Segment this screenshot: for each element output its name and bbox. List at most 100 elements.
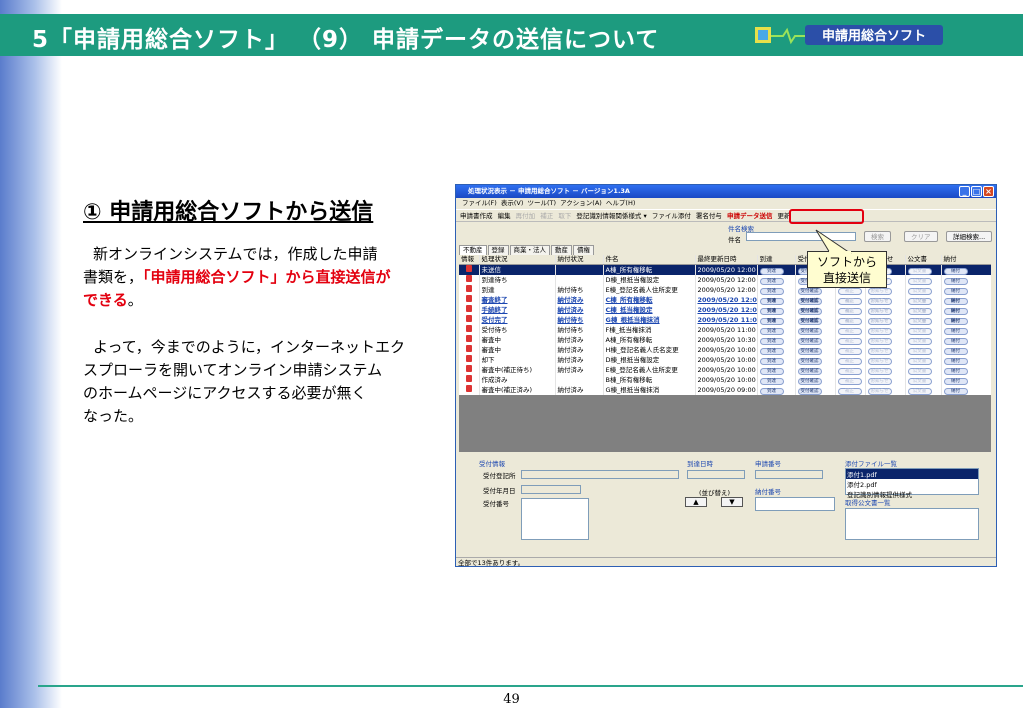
table-row[interactable]: 未送信A棟_所有権移転2009/05/20 12:00到達受付確認補正お知らせ公… [459, 264, 991, 275]
attach-file-button[interactable]: ファイル添付 [652, 212, 691, 220]
row-action-button[interactable]: 納付 [943, 287, 968, 295]
row-action-button[interactable]: 納付 [943, 327, 968, 335]
row-action-button[interactable]: 公文書 [907, 377, 932, 385]
readd-button[interactable]: 再付加 [516, 212, 536, 220]
row-action-button[interactable]: 到達 [759, 277, 784, 285]
sign-button[interactable]: 署名付与 [696, 212, 722, 220]
row-action-button[interactable]: 納付 [943, 337, 968, 345]
row-action-button[interactable]: 納付 [943, 347, 968, 355]
table-row[interactable]: 作成済み B棟_所有権移転 2009/05/20 10:00 到達 受付確認 補正 お知らせ… [459, 375, 991, 385]
row-action-button[interactable]: 納付 [943, 277, 968, 285]
docs-list[interactable] [845, 508, 979, 540]
menu-action[interactable]: アクション(A) [560, 199, 602, 207]
row-action-button[interactable]: お知らせ [867, 307, 892, 315]
row-action-button[interactable]: 納付 [943, 317, 968, 325]
row-action-button[interactable]: 到達 [759, 327, 784, 335]
row-action-button[interactable]: お知らせ [867, 387, 892, 395]
row-action-button[interactable]: 補正 [837, 357, 862, 365]
row-action-button[interactable]: 納付 [943, 377, 968, 385]
menu-help[interactable]: ヘルプ(H) [606, 199, 635, 207]
row-action-button[interactable]: 納付 [943, 267, 968, 275]
clear-button[interactable]: クリア [904, 231, 938, 242]
detail-search-button[interactable]: 詳細検索... [946, 231, 993, 242]
table-row[interactable]: 到達 納付待ち E棟_登記名義人住所変更 2009/05/20 12:00 到達 受付確認… [459, 285, 991, 295]
tab-receivables[interactable]: 債権 [573, 245, 594, 255]
row-action-button[interactable]: 補正 [837, 317, 862, 325]
row-action-button[interactable]: 到達 [759, 377, 784, 385]
column-header[interactable]: 納付状況 [555, 255, 604, 265]
row-action-button[interactable]: 到達 [759, 387, 784, 395]
table-row[interactable]: 受付待ち 納付待ち F棟_抵当権抹消 2009/05/20 11:00 到達 受付確認 補正… [459, 325, 991, 335]
column-header[interactable]: 最終更新日時 [695, 255, 758, 265]
table-row[interactable]: 審査中 納付済み A棟_所有権移転 2009/05/20 10:30 到達 受付確認 補正お… [459, 335, 991, 345]
table-row[interactable]: 却下 納付済み D棟_根抵当権設定 2009/05/20 10:00 到達 受付確認 補正お… [459, 355, 991, 365]
row-action-button[interactable]: 公文書 [907, 307, 932, 315]
identification-form-button[interactable]: 登記識別情報関係様式 ▾ [576, 212, 646, 220]
row-action-button[interactable]: 公文書 [907, 367, 932, 375]
row-action-button[interactable]: 補正 [837, 337, 862, 345]
row-action-button[interactable]: お知らせ [867, 297, 892, 305]
row-action-button[interactable]: お知らせ [867, 317, 892, 325]
row-action-button[interactable]: 補正 [837, 387, 862, 395]
row-action-button[interactable]: 到達 [759, 287, 784, 295]
row-action-button[interactable]: 公文書 [907, 357, 932, 365]
row-action-button[interactable]: 公文書 [907, 277, 932, 285]
row-action-button[interactable]: お知らせ [867, 287, 892, 295]
row-action-button[interactable]: 受付確認 [797, 347, 822, 355]
row-action-button[interactable]: お知らせ [867, 357, 892, 365]
row-action-button[interactable]: 到達 [759, 307, 784, 315]
row-action-button[interactable]: 受付確認 [797, 297, 822, 305]
row-action-button[interactable]: 受付確認 [797, 307, 822, 315]
row-action-button[interactable]: 到達 [759, 357, 784, 365]
row-action-button[interactable]: 到達 [759, 337, 784, 345]
tab-real-estate[interactable]: 不動産 [459, 245, 487, 255]
row-action-button[interactable]: お知らせ [867, 367, 892, 375]
row-action-button[interactable]: 受付確認 [797, 387, 822, 395]
table-row[interactable]: 到達待ちD棟_根抵当権設定2009/05/20 12:00到達受付確認補正お知ら… [459, 275, 991, 285]
row-action-button[interactable]: 納付 [943, 307, 968, 315]
row-action-button[interactable]: 納付 [943, 357, 968, 365]
row-action-button[interactable]: 補正 [837, 367, 862, 375]
tab-movables[interactable]: 動産 [551, 245, 572, 255]
row-action-button[interactable]: 公文書 [907, 317, 932, 325]
table-row[interactable]: 受付完了 納付待ち G棟_根抵当権抹消 2009/05/20 11:00 到達 受付確認 補… [459, 315, 991, 325]
table-row[interactable]: 審査中(補正済み) 納付済み G棟_根抵当権抹消 2009/05/20 09:00 到達… [459, 385, 991, 395]
menu-view[interactable]: 表示(V) [501, 199, 524, 207]
row-action-button[interactable]: 到達 [759, 347, 784, 355]
edit-button[interactable]: 編集 [498, 212, 511, 220]
column-header[interactable]: 納付 [941, 255, 991, 265]
row-action-button[interactable]: 公文書 [907, 337, 932, 345]
row-action-button[interactable]: 補正 [837, 327, 862, 335]
column-header[interactable]: 公文書 [905, 255, 942, 265]
row-action-button[interactable]: 公文書 [907, 287, 932, 295]
close-button[interactable]: × [983, 186, 994, 197]
move-down-button[interactable]: ▼ [721, 497, 743, 507]
row-action-button[interactable]: 到達 [759, 267, 784, 275]
create-app-button[interactable]: 申請書作成 [460, 212, 493, 220]
row-action-button[interactable]: 受付確認 [797, 357, 822, 365]
row-action-button[interactable]: お知らせ [867, 377, 892, 385]
column-header[interactable]: 件名 [603, 255, 696, 265]
attach-file-item[interactable]: 添付1.pdf [846, 469, 978, 479]
row-action-button[interactable]: お知らせ [867, 337, 892, 345]
row-action-button[interactable]: 受付確認 [797, 317, 822, 325]
row-action-button[interactable]: お知らせ [867, 347, 892, 355]
tab-registration[interactable]: 登録 [487, 245, 509, 255]
tab-commercial[interactable]: 商業・法人 [509, 245, 550, 255]
attach-file-list[interactable]: 添付1.pdf 添付2.pdf 登記識別情報提供様式 [845, 468, 979, 499]
search-button[interactable]: 検索 [864, 231, 891, 242]
row-action-button[interactable]: 納付 [943, 387, 968, 395]
table-row[interactable]: 審査中(補正待ち) 納付済み E棟_登記名義人住所変更 2009/05/20 10:0… [459, 365, 991, 375]
row-action-button[interactable]: お知らせ [867, 327, 892, 335]
row-action-button[interactable]: 受付確認 [797, 327, 822, 335]
maximize-button[interactable]: □ [971, 186, 982, 197]
row-action-button[interactable]: 到達 [759, 367, 784, 375]
table-row[interactable]: 審査終了 納付済み C棟_所有権移転 2009/05/20 12:00 到達 受付確認 補正… [459, 295, 991, 305]
column-header[interactable]: 処理状況 [479, 255, 556, 265]
correction-button[interactable]: 補正 [540, 212, 553, 220]
row-action-button[interactable]: 公文書 [907, 297, 932, 305]
send-data-button[interactable]: 申請データ送信 [727, 212, 773, 220]
column-header[interactable]: 情報 [459, 255, 480, 265]
menu-tools[interactable]: ツール(T) [528, 199, 557, 207]
withdraw-button[interactable]: 取下 [558, 212, 571, 220]
